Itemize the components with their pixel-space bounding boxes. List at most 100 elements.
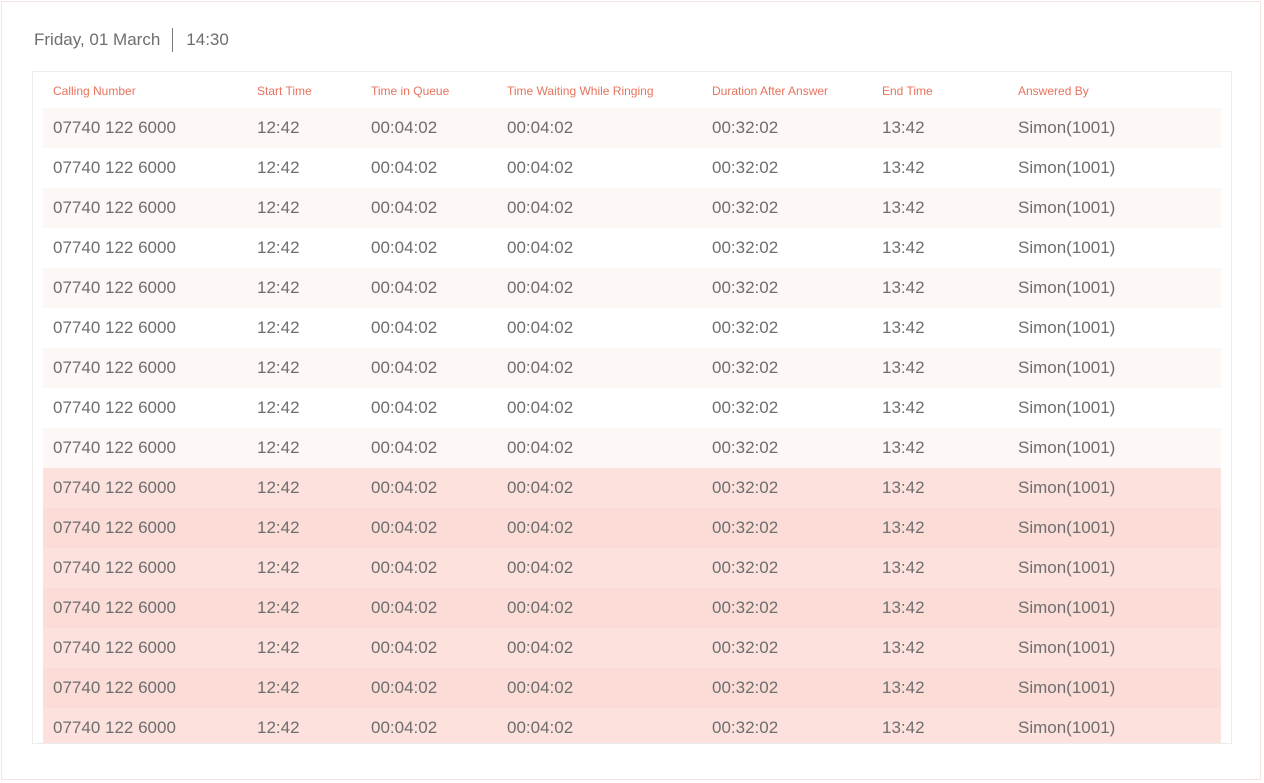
answered-by-cell: Simon(1001): [1018, 438, 1116, 457]
table-row[interactable]: 07740 122 6000 12:42 00:04:02 00:04:02 00:32…: [43, 348, 1221, 388]
time-in-queue-cell: 00:04:02: [371, 238, 438, 257]
start-time-cell: 12:42: [257, 598, 300, 617]
call-log-panel: Calling Number Start Time Time in Queue …: [32, 71, 1232, 744]
time-waiting-cell: 00:04:02: [507, 558, 574, 577]
table-row[interactable]: 07740 122 6000 12:42 00:04:02 00:04:02 00:32…: [43, 268, 1221, 308]
table-row[interactable]: 07740 122 6000 12:42 00:04:02 00:04:02 00:32…: [43, 188, 1221, 228]
calling-number-cell: 07740 122 6000: [53, 478, 176, 497]
time-in-queue-cell: 00:04:02: [371, 278, 438, 297]
calling-number-cell: 07740 122 6000: [53, 678, 176, 697]
end-time-cell: 13:42: [882, 598, 925, 617]
table-row[interactable]: 07740 122 6000 12:42 00:04:02 00:04:02 00:32…: [43, 428, 1221, 468]
time-waiting-cell: 00:04:02: [507, 278, 574, 297]
header-divider: [172, 28, 174, 52]
answered-by-cell: Simon(1001): [1018, 558, 1116, 577]
column-header-end-time[interactable]: End Time: [882, 84, 933, 98]
end-time-cell: 13:42: [882, 678, 925, 697]
end-time-cell: 13:42: [882, 518, 925, 537]
calling-number-cell: 07740 122 6000: [53, 358, 176, 377]
column-header-time-in-queue[interactable]: Time in Queue: [371, 84, 449, 98]
table-row[interactable]: 07740 122 6000 12:42 00:04:02 00:04:02 00:32…: [43, 308, 1221, 348]
start-time-cell: 12:42: [257, 278, 300, 297]
duration-after-answer-cell: 00:32:02: [712, 678, 779, 697]
duration-after-answer-cell: 00:32:02: [712, 158, 779, 177]
table-row[interactable]: 07740 122 6000 12:42 00:04:02 00:04:02 00:32…: [43, 388, 1221, 428]
start-time-cell: 12:42: [257, 558, 300, 577]
duration-after-answer-cell: 00:32:02: [712, 598, 779, 617]
duration-after-answer-cell: 00:32:02: [712, 558, 779, 577]
end-time-cell: 13:42: [882, 638, 925, 657]
start-time-cell: 12:42: [257, 718, 300, 737]
calling-number-cell: 07740 122 6000: [53, 558, 176, 577]
time-in-queue-cell: 00:04:02: [371, 198, 438, 217]
duration-after-answer-cell: 00:32:02: [712, 198, 779, 217]
answered-by-cell: Simon(1001): [1018, 198, 1116, 217]
start-time-cell: 12:42: [257, 118, 300, 137]
duration-after-answer-cell: 00:32:02: [712, 478, 779, 497]
calling-number-cell: 07740 122 6000: [53, 118, 176, 137]
time-in-queue-cell: 00:04:02: [371, 518, 438, 537]
answered-by-cell: Simon(1001): [1018, 638, 1116, 657]
time-waiting-cell: 00:04:02: [507, 438, 574, 457]
header-date: Friday, 01 March: [34, 30, 161, 49]
time-in-queue-cell: 00:04:02: [371, 158, 438, 177]
column-header-answered-by[interactable]: Answered By: [1018, 84, 1089, 98]
end-time-cell: 13:42: [882, 558, 925, 577]
header-time: 14:30: [186, 30, 229, 49]
table-row[interactable]: 07740 122 6000 12:42 00:04:02 00:04:02 00:32…: [43, 628, 1221, 668]
end-time-cell: 13:42: [882, 398, 925, 417]
table-row[interactable]: 07740 122 6000 12:42 00:04:02 00:04:02 00:32…: [43, 708, 1221, 743]
calling-number-cell: 07740 122 6000: [53, 318, 176, 337]
table-row[interactable]: 07740 122 6000 12:42 00:04:02 00:04:02 00:32…: [43, 508, 1221, 548]
answered-by-cell: Simon(1001): [1018, 238, 1116, 257]
end-time-cell: 13:42: [882, 118, 925, 137]
start-time-cell: 12:42: [257, 358, 300, 377]
time-waiting-cell: 00:04:02: [507, 598, 574, 617]
answered-by-cell: Simon(1001): [1018, 398, 1116, 417]
end-time-cell: 13:42: [882, 318, 925, 337]
duration-after-answer-cell: 00:32:02: [712, 358, 779, 377]
column-header-time-waiting-while-ringing[interactable]: Time Waiting While Ringing: [507, 84, 654, 98]
time-in-queue-cell: 00:04:02: [371, 678, 438, 697]
date-time-header: Friday, 01 March 14:30: [34, 26, 229, 54]
time-in-queue-cell: 00:04:02: [371, 438, 438, 457]
table-row[interactable]: 07740 122 6000 12:42 00:04:02 00:04:02 00:32…: [43, 588, 1221, 628]
time-waiting-cell: 00:04:02: [507, 678, 574, 697]
time-in-queue-cell: 00:04:02: [371, 318, 438, 337]
answered-by-cell: Simon(1001): [1018, 318, 1116, 337]
duration-after-answer-cell: 00:32:02: [712, 318, 779, 337]
end-time-cell: 13:42: [882, 198, 925, 217]
end-time-cell: 13:42: [882, 438, 925, 457]
answered-by-cell: Simon(1001): [1018, 278, 1116, 297]
calling-number-cell: 07740 122 6000: [53, 198, 176, 217]
time-in-queue-cell: 00:04:02: [371, 358, 438, 377]
time-waiting-cell: 00:04:02: [507, 358, 574, 377]
start-time-cell: 12:42: [257, 318, 300, 337]
column-header-calling-number[interactable]: Calling Number: [53, 84, 136, 98]
table-row[interactable]: 07740 122 6000 12:42 00:04:02 00:04:02 00:32…: [43, 548, 1221, 588]
calling-number-cell: 07740 122 6000: [53, 598, 176, 617]
table-row[interactable]: 07740 122 6000 12:42 00:04:02 00:04:02 00:32…: [43, 148, 1221, 188]
answered-by-cell: Simon(1001): [1018, 158, 1116, 177]
time-waiting-cell: 00:04:02: [507, 198, 574, 217]
answered-by-cell: Simon(1001): [1018, 518, 1116, 537]
start-time-cell: 12:42: [257, 438, 300, 457]
table-row[interactable]: 07740 122 6000 12:42 00:04:02 00:04:02 00:32…: [43, 468, 1221, 508]
duration-after-answer-cell: 00:32:02: [712, 278, 779, 297]
table-row[interactable]: 07740 122 6000 12:42 00:04:02 00:04:02 00:32…: [43, 668, 1221, 708]
start-time-cell: 12:42: [257, 158, 300, 177]
calling-number-cell: 07740 122 6000: [53, 718, 176, 737]
calling-number-cell: 07740 122 6000: [53, 238, 176, 257]
table-header: Calling Number Start Time Time in Queue …: [43, 72, 1221, 108]
column-header-start-time[interactable]: Start Time: [257, 84, 312, 98]
answered-by-cell: Simon(1001): [1018, 678, 1116, 697]
end-time-cell: 13:42: [882, 478, 925, 497]
duration-after-answer-cell: 00:32:02: [712, 718, 779, 737]
start-time-cell: 12:42: [257, 678, 300, 697]
table-row[interactable]: 07740 122 6000 12:42 00:04:02 00:04:02 00:32…: [43, 108, 1221, 148]
time-in-queue-cell: 00:04:02: [371, 638, 438, 657]
start-time-cell: 12:42: [257, 398, 300, 417]
answered-by-cell: Simon(1001): [1018, 598, 1116, 617]
table-row[interactable]: 07740 122 6000 12:42 00:04:02 00:04:02 00:32…: [43, 228, 1221, 268]
column-header-duration-after-answer[interactable]: Duration After Answer: [712, 84, 828, 98]
